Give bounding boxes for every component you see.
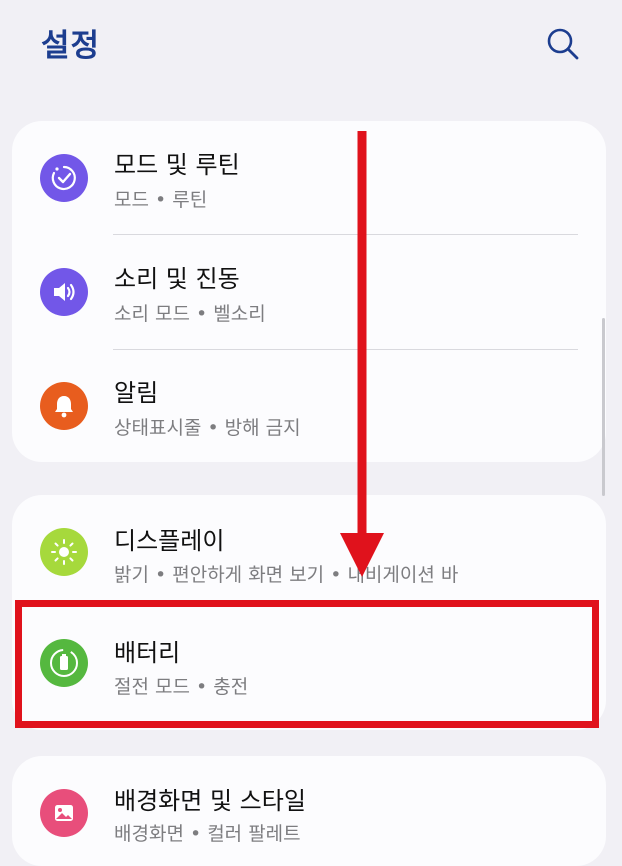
wallpaper-icon	[40, 789, 88, 837]
settings-item-subtitle: 소리 모드 • 벨소리	[114, 303, 266, 325]
settings-item-label: 알림	[114, 379, 159, 407]
settings-item-wallpaper-style[interactable]: 배경화면 및 스타일 배경화면 • 컬러 팔레트	[12, 756, 606, 866]
settings-item-label: 디스플레이	[114, 527, 225, 555]
settings-item-label: 모드 및 루틴	[114, 151, 240, 179]
settings-item-subtitle: 배경화면 • 컬러 팔레트	[114, 823, 301, 845]
settings-item-subtitle: 모드 • 루틴	[114, 189, 208, 211]
bell-icon	[40, 382, 88, 430]
modes-routines-icon	[40, 154, 88, 202]
settings-item-display[interactable]: 디스플레이 밝기 • 편안하게 화면 보기 • 내비게이션 바	[12, 495, 606, 609]
settings-item-label: 소리 및 진동	[114, 265, 240, 293]
search-icon[interactable]	[542, 24, 582, 64]
settings-item-subtitle: 밝기 • 편안하게 화면 보기 • 내비게이션 바	[114, 564, 459, 586]
settings-item-subtitle: 상태표시줄 • 방해 금지	[114, 417, 301, 439]
app-header: 설정	[0, 0, 622, 95]
page-title: 설정	[41, 28, 101, 64]
annotation-highlight-box	[15, 600, 599, 728]
settings-item-notifications[interactable]: 알림 상태표시줄 • 방해 금지	[12, 349, 606, 462]
settings-group-1: 모드 및 루틴 모드 • 루틴 소리 및 진동 소리 모드 • 벨소리 알림 상…	[12, 121, 606, 462]
settings-item-modes-routines[interactable]: 모드 및 루틴 모드 • 루틴	[12, 121, 606, 235]
settings-item-sound-vibration[interactable]: 소리 및 진동 소리 모드 • 벨소리	[12, 235, 606, 349]
scrollbar[interactable]	[602, 318, 605, 496]
speaker-icon	[40, 268, 88, 316]
brightness-icon	[40, 528, 88, 576]
settings-group-3: 배경화면 및 스타일 배경화면 • 컬러 팔레트	[12, 756, 606, 866]
settings-item-label: 배경화면 및 스타일	[114, 787, 306, 815]
